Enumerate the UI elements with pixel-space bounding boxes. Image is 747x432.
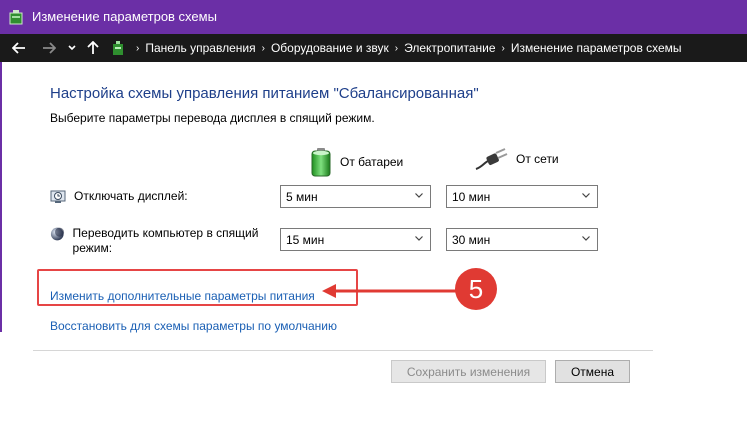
annotation-step-badge: 5 [455,268,497,310]
column-header-battery: От батареи [310,147,403,177]
chevron-down-icon [582,193,590,198]
breadcrumb-separator: › [261,42,265,54]
page-subtitle: Выберите параметры перевода дисплея в сп… [50,111,375,125]
chevron-down-icon [68,45,76,51]
annotation-arrow-icon [322,284,458,298]
setting-label-sleep: Переводить компьютер в спящий режим: [72,226,259,255]
save-changes-button[interactable]: Сохранить изменения [391,360,546,383]
cancel-button[interactable]: Отмена [555,360,630,383]
breadcrumb-separator: › [136,42,140,54]
display-icon [50,190,66,203]
power-options-icon [113,41,123,55]
arrow-left-icon [12,42,25,54]
setting-row-display: Отключать дисплей: [50,189,188,205]
select-value: 5 мин [286,189,318,204]
recent-locations-button[interactable] [66,34,78,62]
main-content: Настройка схемы управления питанием "Сба… [0,62,747,432]
select-value: 15 мин [286,232,325,247]
page-title: Настройка схемы управления питанием "Сба… [50,85,479,102]
chevron-down-icon [415,193,423,198]
up-button[interactable] [84,34,102,62]
sleep-plugged-select[interactable]: 30 мин [446,228,598,251]
power-options-icon [9,10,23,25]
moon-icon [50,227,65,241]
breadcrumb-separator: › [394,42,399,54]
battery-icon [311,148,331,177]
sleep-battery-select[interactable]: 15 мин [280,228,431,251]
breadcrumb-hardware-sound[interactable]: Оборудование и звук [271,41,389,55]
select-value: 30 мин [452,232,491,247]
setting-label-display: Отключать дисплей: [74,189,188,203]
title-bar: Изменение параметров схемы [0,0,747,34]
forward-button[interactable] [40,34,58,62]
arrow-right-icon [43,42,56,54]
select-value: 10 мин [452,189,491,204]
column-label-plugged: От сети [516,152,559,166]
power-plug-icon [475,148,508,170]
section-divider [33,350,653,351]
setting-row-sleep: Переводить компьютер в спящий режим: [50,226,280,256]
chevron-down-icon [582,236,590,241]
annotation-highlight-box [37,269,358,306]
chevron-down-icon [415,236,423,241]
address-bar[interactable]: › Панель управления › Оборудование и зву… [108,37,747,59]
restore-defaults-link[interactable]: Восстановить для схемы параметры по умол… [50,319,337,333]
breadcrumb-power-options[interactable]: Электропитание [404,41,495,55]
arrow-up-icon [87,41,99,54]
column-header-plugged: От сети [474,147,559,171]
display-off-battery-select[interactable]: 5 мин [280,185,431,208]
navigation-bar: › Панель управления › Оборудование и зву… [0,34,747,62]
window-title: Изменение параметров схемы [32,9,217,24]
breadcrumb-control-panel[interactable]: Панель управления [145,41,255,55]
back-button[interactable] [10,34,28,62]
column-label-battery: От батареи [340,155,404,169]
breadcrumb-separator: › [501,42,505,54]
display-off-plugged-select[interactable]: 10 мин [446,185,598,208]
breadcrumb-edit-plan[interactable]: Изменение параметров схемы [511,41,682,55]
